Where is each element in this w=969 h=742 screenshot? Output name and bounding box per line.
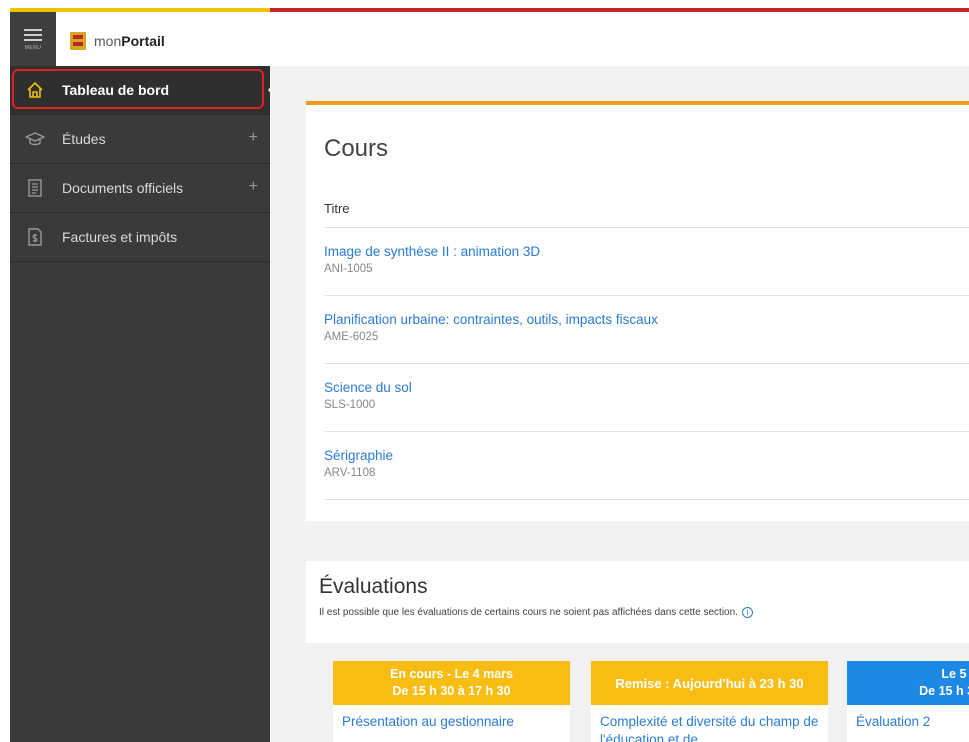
sidebar-item-documents-officiels[interactable]: Documents officiels + — [10, 164, 270, 213]
course-code: ARV-1108 — [324, 467, 376, 479]
cours-title: Cours — [324, 135, 389, 162]
sidebar: Tableau de bord Études + Documents offic… — [10, 66, 278, 742]
logo[interactable]: monPortail — [70, 32, 165, 50]
evaluations-note: Il est possible que les évaluations de c… — [319, 607, 753, 618]
evaluation-status: En cours - Le 4 mars — [390, 667, 513, 681]
list-divider — [324, 499, 969, 500]
hamburger-icon-bar — [24, 33, 42, 36]
list-item: Science du sol SLS-1000 — [324, 363, 969, 431]
evaluation-time: De 15 h 30 — [919, 684, 969, 698]
expand-plus-icon[interactable]: + — [249, 178, 258, 196]
course-code: ANI-1005 — [324, 263, 373, 275]
evaluations-list: En cours - Le 4 mars De 15 h 30 à 17 h 3… — [306, 643, 969, 742]
evaluations-note-text: Il est possible que les évaluations de c… — [319, 607, 738, 619]
hamburger-icon-bar — [24, 38, 42, 41]
sidebar-item-label: Tableau de bord — [62, 82, 170, 98]
sidebar-item-factures-et-impots[interactable]: Factures et impôts — [10, 213, 270, 262]
evaluation-card[interactable]: En cours - Le 4 mars De 15 h 30 à 17 h 3… — [333, 661, 570, 742]
info-icon[interactable]: i — [741, 607, 753, 618]
evaluation-link[interactable]: Complexité et diversité du champ de l'éd… — [591, 705, 828, 742]
evaluation-link[interactable]: Présentation au gestionnaire — [333, 705, 570, 739]
course-code: AME-6025 — [324, 331, 379, 343]
graduation-cap-icon — [24, 128, 46, 150]
evaluation-date-header: Remise : Aujourd'hui à 23 h 30 — [591, 661, 828, 705]
evaluation-card[interactable]: Le 5 m De 15 h 30 Évaluation 2 — [847, 661, 969, 742]
menu-label: MENU — [24, 45, 42, 51]
app-window: monPortail MENU Tableau de bord Études + — [10, 8, 969, 742]
column-header-titre[interactable]: Titre — [324, 201, 350, 216]
header: monPortail — [10, 12, 969, 66]
evaluations-title: Évaluations — [319, 575, 428, 598]
course-list: Image de synthèse II : animation 3D ANI-… — [324, 227, 969, 500]
course-code: SLS-1000 — [324, 399, 376, 411]
cours-card: Cours Titre Image de synthèse II : anima… — [306, 101, 969, 521]
course-link[interactable]: Science du sol — [324, 380, 969, 395]
evaluation-card[interactable]: Remise : Aujourd'hui à 23 h 30 Complexit… — [591, 661, 828, 742]
evaluation-status: Remise : Aujourd'hui à 23 h 30 — [615, 675, 804, 691]
menu-button[interactable]: MENU — [10, 12, 56, 66]
hamburger-icon — [24, 28, 42, 31]
course-link[interactable]: Sérigraphie — [324, 448, 969, 463]
evaluation-date-header: En cours - Le 4 mars De 15 h 30 à 17 h 3… — [333, 661, 570, 705]
evaluation-status: Le 5 m — [941, 667, 969, 681]
invoice-icon — [24, 226, 46, 248]
main-content: Cours Titre Image de synthèse II : anima… — [270, 66, 969, 742]
expand-plus-icon[interactable]: + — [249, 129, 258, 147]
sidebar-item-etudes[interactable]: Études + — [10, 115, 270, 164]
university-logo-icon — [70, 32, 86, 50]
sidebar-item-label: Documents officiels — [62, 180, 184, 196]
document-icon — [24, 177, 46, 199]
list-item: Sérigraphie ARV-1108 — [324, 431, 969, 499]
list-item: Image de synthèse II : animation 3D ANI-… — [324, 227, 969, 295]
evaluations-card: Évaluations Il est possible que les éval… — [306, 561, 969, 742]
evaluation-date-header: Le 5 m De 15 h 30 — [847, 661, 969, 705]
sidebar-item-label: Études — [62, 131, 106, 147]
home-icon — [24, 79, 46, 101]
course-link[interactable]: Image de synthèse II : animation 3D — [324, 244, 969, 259]
sidebar-item-label: Factures et impôts — [62, 229, 178, 245]
logo-text: monPortail — [94, 33, 165, 49]
course-link[interactable]: Planification urbaine: contraintes, outi… — [324, 312, 969, 327]
evaluation-time: De 15 h 30 à 17 h 30 — [392, 684, 511, 698]
evaluation-link[interactable]: Évaluation 2 — [847, 705, 969, 739]
list-item: Planification urbaine: contraintes, outi… — [324, 295, 969, 363]
sidebar-item-tableau-de-bord[interactable]: Tableau de bord — [10, 66, 278, 115]
